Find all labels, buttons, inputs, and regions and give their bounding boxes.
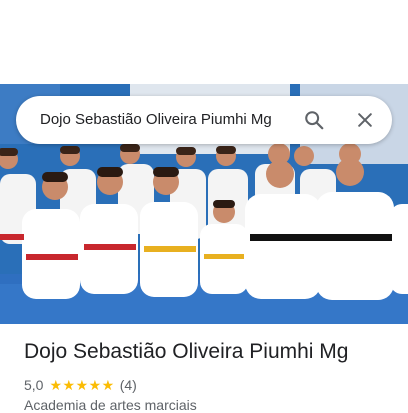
place-category: Academia de artes marciais (24, 397, 197, 413)
search-button[interactable] (298, 104, 330, 136)
star-rating-icons: ★★★★★ (49, 376, 115, 393)
rating-row[interactable]: 5,0 ★★★★★ (4) (24, 376, 137, 394)
search-bar[interactable]: Dojo Sebastião Oliveira Piumhi Mg (16, 96, 392, 144)
clear-button[interactable] (349, 104, 381, 136)
search-icon (305, 111, 324, 130)
place-title: Dojo Sebastião Oliveira Piumhi Mg (24, 340, 349, 363)
top-blank-area (0, 0, 408, 84)
search-input[interactable]: Dojo Sebastião Oliveira Piumhi Mg (40, 96, 300, 144)
close-icon (358, 113, 372, 127)
rating-value: 5,0 (24, 377, 44, 393)
review-count[interactable]: (4) (120, 377, 137, 393)
